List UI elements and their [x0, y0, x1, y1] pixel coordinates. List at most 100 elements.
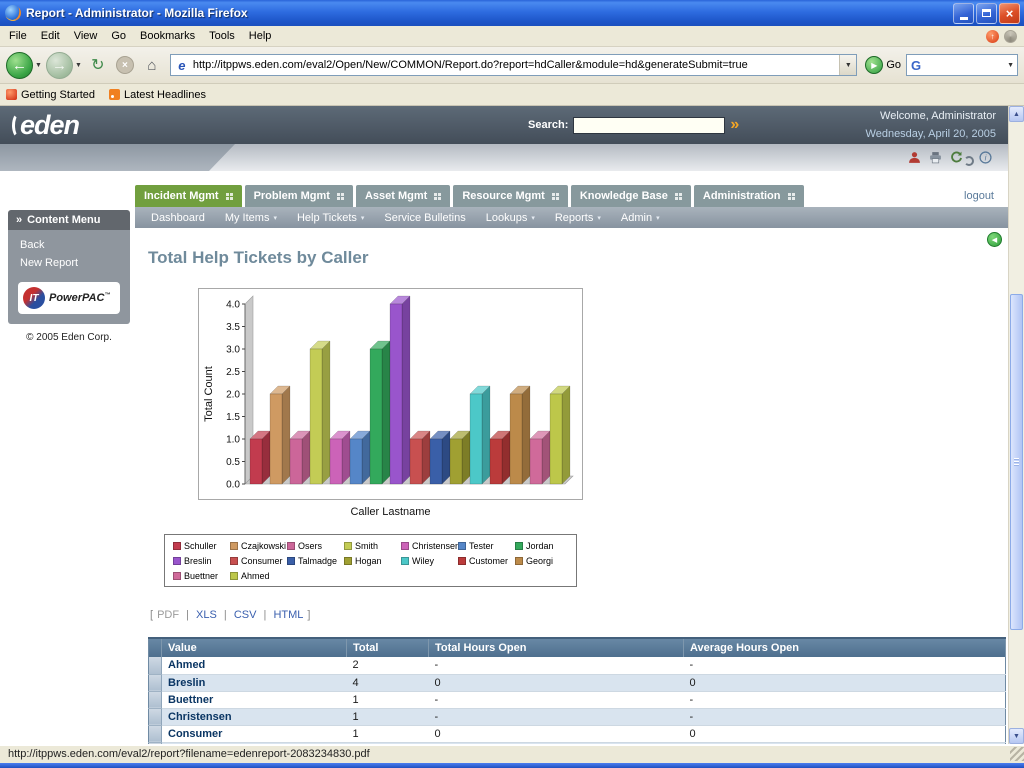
nav-dashboard[interactable]: Dashboard	[141, 212, 215, 224]
bar-buettner	[529, 438, 543, 485]
bar-hogan	[449, 438, 463, 485]
tab-grip-icon	[336, 192, 344, 200]
return-back-icon[interactable]: ◀	[987, 232, 1002, 247]
legend-entry: Ahmed	[230, 571, 287, 581]
vertical-scrollbar[interactable]: ▲ ▼	[1008, 106, 1024, 744]
menu-file[interactable]: File	[2, 27, 34, 45]
menu-go[interactable]: Go	[104, 27, 133, 45]
header-total: Total	[346, 637, 429, 657]
legend-label: Georgi	[526, 556, 554, 566]
back-button[interactable]: ←	[6, 51, 33, 79]
stop-button[interactable]: ×	[113, 53, 137, 77]
close-button[interactable]: ×	[999, 2, 1020, 24]
menu-tools[interactable]: Tools	[202, 27, 242, 45]
menu-help[interactable]: Help	[242, 27, 279, 45]
menu-edit[interactable]: Edit	[34, 27, 67, 45]
cell-value[interactable]: Buettner	[161, 691, 347, 709]
nav-item-label: Help Tickets	[296, 211, 357, 224]
svg-text:1.5: 1.5	[226, 412, 240, 423]
nav-lookups[interactable]: Lookups ▾	[476, 212, 545, 224]
nav-service-bulletins[interactable]: Service Bulletins	[374, 212, 475, 224]
back-dropdown-icon[interactable]: ▼	[35, 62, 42, 69]
legend-entry: Osers	[287, 541, 344, 551]
bar-chart: 0.0 0.5 1.0 1.5 2.0 2.5 3.0 3.5 4.0 Total Count	[203, 295, 574, 491]
table-header-row: Value Total Total Hours Open Average Hou…	[148, 637, 1006, 657]
url-input[interactable]	[192, 56, 840, 74]
maximize-button[interactable]	[976, 2, 997, 24]
legend-label: Talmadge	[298, 556, 338, 566]
nav-my-items[interactable]: My Items ▾	[215, 212, 287, 224]
row-handle	[148, 691, 162, 709]
legend-swatch	[401, 542, 409, 550]
nav-item-label: My Items	[224, 211, 270, 224]
tab-asset-mgmt[interactable]: Asset Mgmt	[355, 185, 451, 207]
nav-reports[interactable]: Reports ▾	[545, 212, 611, 224]
title-bar: Report - Administrator - Mozilla Firefox…	[0, 0, 1024, 26]
refresh-icon[interactable]	[950, 151, 963, 164]
home-button[interactable]: ⌂	[140, 53, 164, 77]
sidebar-item-back[interactable]: Back	[8, 236, 130, 254]
go-arrow-icon: ▶	[865, 56, 884, 74]
browser-viewport: eden Search: » Welcome, Administrator We…	[0, 106, 1024, 744]
export-link-csv[interactable]: CSV	[234, 609, 257, 621]
menu-bar: File Edit View Go Bookmarks Tools Help ↑	[0, 26, 1024, 47]
welcome-text: Welcome, Administrator	[880, 109, 996, 122]
svg-text:3.0: 3.0	[226, 345, 240, 356]
cell-value[interactable]: Christensen	[161, 708, 347, 726]
nav-help-tickets[interactable]: Help Tickets ▾	[287, 212, 374, 224]
update-notification-icon[interactable]: ↑	[986, 29, 999, 43]
firefox-icon	[5, 5, 21, 21]
legend-swatch	[173, 557, 181, 565]
tab-knowledge-base[interactable]: Knowledge Base	[570, 185, 691, 207]
resize-grip-icon[interactable]	[1010, 747, 1024, 761]
row-handle	[148, 674, 162, 692]
tab-grip-icon	[551, 192, 559, 200]
scroll-thumb[interactable]	[1010, 294, 1023, 630]
url-bar[interactable]: e ▼	[169, 54, 858, 76]
logout-link[interactable]: logout	[964, 190, 994, 202]
tab-problem-mgmt[interactable]: Problem Mgmt	[244, 185, 353, 207]
user-icon[interactable]	[908, 151, 921, 164]
cell-avg-hours: -	[683, 657, 1006, 675]
go-button[interactable]: ▶ Go	[863, 56, 903, 74]
tab-incident-mgmt[interactable]: Incident Mgmt	[135, 185, 242, 207]
scroll-down-button[interactable]: ▼	[1009, 728, 1024, 744]
legend-swatch	[287, 542, 295, 550]
export-link-xls[interactable]: XLS	[196, 609, 217, 621]
tab-grip-icon	[434, 192, 442, 200]
export-link-html[interactable]: HTML	[273, 609, 303, 621]
legend-label: Jordan	[526, 541, 554, 551]
report-table-body: Ahmed 2- - Breslin 4 0 0 Buettner 1- - Christensen…	[148, 657, 1006, 744]
site-search-input[interactable]	[573, 116, 726, 134]
scroll-up-button[interactable]: ▲	[1009, 106, 1024, 122]
legend-entry: Czajkowski	[230, 541, 287, 551]
url-dropdown-button[interactable]: ▼	[839, 55, 857, 75]
minimize-button[interactable]	[953, 2, 974, 24]
web-search-box[interactable]: G ▼	[906, 54, 1018, 76]
sidebar-item-new-report[interactable]: New Report	[8, 254, 130, 272]
row-handle	[148, 725, 162, 743]
site-search-submit[interactable]: »	[730, 117, 739, 133]
reload-button[interactable]: ↻	[86, 53, 110, 77]
bookmark-getting-started[interactable]: Getting Started	[6, 89, 95, 101]
menu-view[interactable]: View	[67, 27, 105, 45]
chart-x-axis-label: Caller Lastname	[350, 506, 431, 518]
tab-administration[interactable]: Administration	[693, 185, 804, 207]
legend-swatch	[458, 557, 466, 565]
forward-button[interactable]: →	[45, 51, 73, 79]
nav-admin[interactable]: Admin ▾	[611, 212, 670, 224]
cell-value[interactable]: Ahmed	[161, 657, 347, 675]
search-engine-dropdown-icon[interactable]: ▼	[1007, 62, 1017, 69]
info-icon[interactable]: i	[979, 151, 992, 164]
cell-value[interactable]: Consumer	[161, 725, 347, 743]
cell-total-hours: 0	[428, 674, 684, 692]
tab-resource-mgmt[interactable]: Resource Mgmt	[453, 185, 568, 207]
web-search-input[interactable]	[924, 59, 1008, 71]
bookmark-latest-headlines[interactable]: Latest Headlines	[109, 89, 206, 101]
print-icon[interactable]	[929, 151, 942, 164]
forward-dropdown-icon[interactable]: ▼	[75, 62, 82, 69]
export-separator: |	[183, 609, 193, 621]
legend-swatch	[230, 542, 238, 550]
menu-bookmarks[interactable]: Bookmarks	[133, 27, 202, 45]
cell-value[interactable]: Breslin	[161, 674, 347, 692]
